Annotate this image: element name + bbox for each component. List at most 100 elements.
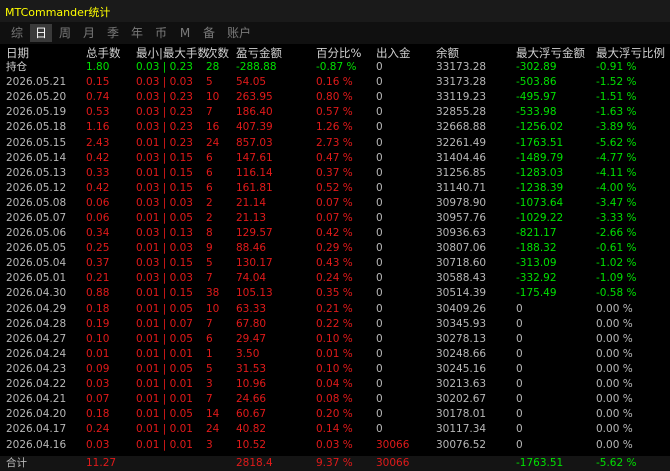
col-total-lots-cell: 0.06 (86, 212, 110, 224)
tab-summary[interactable]: 综 (6, 24, 28, 42)
col-balance-cell: 32668.88 (436, 121, 487, 133)
daily-row: 2026.05.06 0.34 0.03 | 0.13 8 129.57 0.42 % 0 3… (0, 226, 670, 241)
col-balance-cell: 33119.23 (436, 91, 487, 103)
col-min-max-lots-cell: 0.03 | 0.15 (136, 182, 193, 194)
col-total-lots-cell: 0.06 (86, 197, 110, 209)
col-total-lots-cell: 0.09 (86, 363, 110, 375)
tab-year[interactable]: 年 (126, 24, 148, 42)
col-count-cell: 7 (206, 106, 213, 118)
title-bar: MTCommander统计 (0, 0, 670, 22)
col-total-lots-cell: 11.27 (86, 457, 117, 469)
col-max-drawdown-pct-cell: -4.00 % (596, 182, 637, 194)
col-date-cell: 2026.04.24 (6, 348, 67, 360)
col-deposit-cell: 0 (376, 182, 383, 194)
col-max-drawdown-amount-cell: 0 (516, 348, 523, 360)
col-date-cell: 2026.04.20 (6, 408, 67, 420)
daily-row: 2026.05.04 0.37 0.03 | 0.15 5 130.17 0.43 % 0 3… (0, 256, 670, 271)
col-date-cell: 合计 (6, 457, 27, 469)
col-balance-cell: 31140.71 (436, 182, 487, 194)
col-min-max-lots-cell: 0.03 | 0.15 (136, 257, 193, 269)
col-deposit-cell: 0 (376, 348, 383, 360)
col-deposit-cell: 0 (376, 303, 383, 315)
col-balance-cell: 32261.49 (436, 137, 487, 149)
col-deposit-cell: 0 (376, 106, 383, 118)
col-pnl-cell: 161.81 (236, 182, 273, 194)
col-total-lots-cell: 0.53 (86, 106, 110, 118)
col-date-cell: 2026.05.21 (6, 76, 67, 88)
col-min-max-lots-cell: 0.03 | 0.23 (136, 91, 193, 103)
tab-quarter[interactable]: 季 (102, 24, 124, 42)
col-min-max-lots-cell: 0.01 | 0.01 (136, 348, 193, 360)
tab-currency[interactable]: 币 (150, 24, 172, 42)
col-deposit-cell: 0 (376, 333, 383, 345)
col-balance-cell: 30345.93 (436, 318, 487, 330)
tab-account[interactable]: 账户 (222, 24, 256, 42)
col-min-max-lots-cell: 0.03 | 0.23 (136, 121, 193, 133)
col-percent-cell: 0.07 % (316, 212, 353, 224)
col-total-lots-cell: 2.43 (86, 137, 110, 149)
col-max-drawdown-amount-cell: -1763.51 (516, 457, 564, 469)
col-pnl-cell: 67.80 (236, 318, 267, 330)
col-pnl-cell: 60.67 (236, 408, 267, 420)
tab-day[interactable]: 日 (30, 24, 52, 42)
col-count-cell: 5 (206, 257, 213, 269)
col-total-lots-cell: 1.80 (86, 61, 110, 73)
col-count-cell: 6 (206, 152, 213, 164)
col-percent-cell: 0.03 % (316, 439, 353, 451)
col-percent-cell: 0.01 % (316, 348, 353, 360)
col-deposit-cell: 0 (376, 91, 383, 103)
col-count-cell: 5 (206, 76, 213, 88)
col-balance-cell: 30278.13 (436, 333, 487, 345)
tab-month[interactable]: 月 (78, 24, 100, 42)
col-percent-cell: 0.21 % (316, 303, 353, 315)
col-count-cell: 16 (206, 121, 220, 133)
col-balance-cell: 30807.06 (436, 242, 487, 254)
col-total-lots-cell: 0.33 (86, 167, 110, 179)
col-deposit-cell: 0 (376, 393, 383, 405)
col-percent-cell: 0.57 % (316, 106, 353, 118)
daily-row: 2026.05.05 0.25 0.01 | 0.03 9 88.46 0.29 % 0 30… (0, 241, 670, 256)
col-max-drawdown-pct-cell: 0.00 % (596, 423, 633, 435)
period-tab-bar: 综日周月季年币 M 备账户 (0, 22, 670, 44)
col-balance-cell: 30178.01 (436, 408, 487, 420)
col-date-cell: 2026.05.14 (6, 152, 67, 164)
col-pnl-cell: 857.03 (236, 137, 273, 149)
col-max-drawdown-pct-cell: -1.02 % (596, 257, 637, 269)
col-deposit-cell: 0 (376, 318, 383, 330)
col-max-drawdown-amount-cell: 0 (516, 363, 523, 375)
col-total-lots-cell: 0.10 (86, 333, 110, 345)
col-date-cell: 2026.04.22 (6, 378, 67, 390)
col-min-max-lots-cell: 0.01 | 0.05 (136, 408, 193, 420)
daily-row: 2026.04.21 0.07 0.01 | 0.01 7 24.66 0.08 % 0 30… (0, 392, 670, 407)
tab-m[interactable]: M (174, 24, 196, 42)
col-count-cell: 2 (206, 212, 213, 224)
col-deposit-cell: 30066 (376, 457, 410, 469)
col-count-cell: 28 (206, 61, 220, 73)
col-pnl-cell: 10.52 (236, 439, 267, 451)
col-min-max-lots-cell: 0.03 | 0.23 (136, 106, 193, 118)
col-pnl-cell: 24.66 (236, 393, 267, 405)
col-total-lots-cell: 0.74 (86, 91, 110, 103)
col-max-drawdown-pct-cell: -3.33 % (596, 212, 637, 224)
col-deposit-cell: 0 (376, 287, 383, 299)
col-total-lots-cell: 0.01 (86, 348, 110, 360)
col-pnl-cell: 186.40 (236, 106, 273, 118)
col-max-drawdown-amount-cell: -175.49 (516, 287, 557, 299)
col-max-drawdown-amount-cell: 0 (516, 333, 523, 345)
col-percent-cell: 0.24 % (316, 272, 353, 284)
col-max-drawdown-amount-cell: -1073.64 (516, 197, 564, 209)
col-percent-cell: 0.07 % (316, 197, 353, 209)
tab-notes[interactable]: 备 (198, 24, 220, 42)
col-max-drawdown-pct-cell: -5.62 % (596, 137, 637, 149)
col-max-drawdown-pct-cell: -1.51 % (596, 91, 637, 103)
col-max-drawdown-pct-cell: -2.66 % (596, 227, 637, 239)
col-percent-cell: -0.87 % (316, 61, 357, 73)
col-max-drawdown-pct-cell: 0.00 % (596, 348, 633, 360)
col-percent-cell: 0.47 % (316, 152, 353, 164)
col-pnl-cell: 10.96 (236, 378, 267, 390)
tab-week[interactable]: 周 (54, 24, 76, 42)
col-pnl-cell: 407.39 (236, 121, 273, 133)
holding-row: 持仓 1.80 0.03 | 0.23 28 -288.88 -0.87 % 0 33173.… (0, 60, 670, 75)
col-count-cell: 8 (206, 227, 213, 239)
col-pnl-cell: 129.57 (236, 227, 273, 239)
